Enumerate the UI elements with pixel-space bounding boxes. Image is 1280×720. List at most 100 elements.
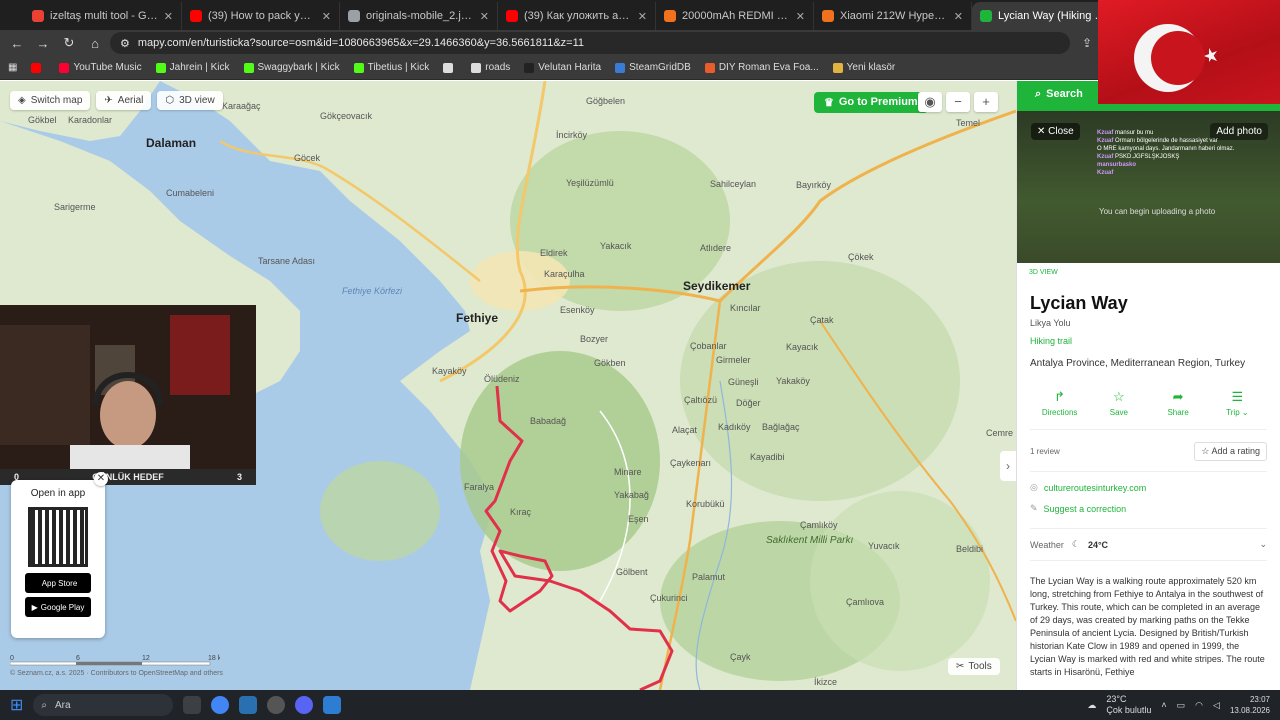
apps-grid-icon[interactable]: ▦ [8, 62, 17, 73]
close-open-app-icon[interactable]: ✕ [94, 472, 108, 486]
map-label-cayken[interactable]: Çaykenarı [670, 458, 711, 468]
action-directions-button[interactable]: ↱ Directions [1035, 389, 1085, 417]
map-label-doger[interactable]: Döğer [736, 398, 761, 408]
map-label-bozdag[interactable]: Babadağ [530, 416, 566, 426]
tab-close-icon[interactable]: ✕ [480, 10, 489, 23]
map-label-korubuk[interactable]: Korubükü [686, 499, 725, 509]
install-app-icon[interactable]: ⇪ [1082, 36, 1092, 50]
map-label-kayacik[interactable]: Kayacık [786, 342, 818, 352]
map-label-minare[interactable]: Minare [614, 467, 642, 477]
bookmark-item[interactable]: Swaggybark | Kick [243, 62, 340, 73]
map-label-saklikent[interactable]: Saklıkent Milli Parkı [766, 535, 853, 546]
browser-tab[interactable]: izeltaş multi tool - Google Alışv ✕ [24, 2, 182, 30]
store-icon[interactable] [323, 696, 342, 714]
map-label-girmeler[interactable]: Girmeler [716, 355, 751, 365]
chevron-down-icon[interactable]: ⌄ [1259, 539, 1267, 550]
taskbar-search[interactable]: ⌕ Ara [33, 694, 174, 716]
bookmark-item[interactable]: roads [471, 62, 510, 73]
map-label-alacat[interactable]: Alaçat [672, 425, 697, 435]
map-label-yakakoy[interactable]: Yakaköy [776, 376, 810, 386]
map-label-baglagac[interactable]: Bağlağaç [762, 422, 800, 432]
weather-row[interactable]: Weather ☾ 24°C ⌄ [1030, 528, 1267, 561]
map-label-tarsan[interactable]: Tarsane Adası [258, 256, 315, 266]
browser-tab[interactable]: (39) Как уложить алкаша без ✕ [498, 2, 656, 30]
map-label-beldibi[interactable]: Beldibi [956, 544, 983, 554]
map-label-esen[interactable]: Eşen [628, 514, 649, 524]
3d-view-button[interactable]: ⬡ 3D view [157, 91, 223, 110]
bookmark-item[interactable]: Yeni klasör [832, 62, 895, 73]
map-label-caltiozu[interactable]: Çaltıözü [684, 395, 717, 405]
map-label-temel[interactable]: Temel [956, 118, 980, 128]
map-label-sarigerme[interactable]: Sarigerme [54, 202, 96, 212]
map-label-golbent[interactable]: Gölbent [616, 567, 648, 577]
home-icon[interactable]: ⌂ [84, 32, 106, 54]
map-label-fethiyekorfezi[interactable]: Fethiye Körfezi [342, 286, 402, 296]
wifi-icon[interactable]: ◠ [1195, 700, 1203, 711]
chevron-up-icon[interactable]: ˄ [1161, 700, 1166, 710]
route-line[interactable] [484, 385, 674, 690]
volume-icon[interactable]: ◁ [1213, 700, 1220, 711]
map-label-cumabeleni[interactable]: Cumabeleni [166, 188, 214, 198]
place-photo[interactable]: ✕ Close Add photo Kzuaf mansur bu mu Kzua… [1017, 111, 1280, 263]
bookmark-item[interactable]: YouTube Music [59, 62, 142, 73]
map-label-kayadibi[interactable]: Kayadibi [750, 452, 785, 462]
app-icon[interactable] [239, 696, 258, 714]
tab-close-icon[interactable]: ✕ [322, 10, 331, 23]
zoom-in-button[interactable]: + [974, 92, 998, 112]
map-label-kadikoy[interactable]: Kadıköy [718, 422, 751, 432]
discord-icon[interactable] [295, 696, 314, 714]
action-share-button[interactable]: ➦ Share [1153, 389, 1203, 417]
map-label-karadonlar[interactable]: Karadonlar [68, 115, 112, 125]
site-info-icon[interactable]: ⚙ [120, 37, 130, 50]
chrome-icon[interactable] [211, 696, 230, 714]
search-button[interactable]: ⌕ Search [1035, 88, 1083, 101]
aerial-button[interactable]: ✈ Aerial [96, 91, 152, 110]
action-trip-button[interactable]: ☰ Trip ⌄ [1212, 389, 1262, 417]
website-link[interactable]: ◎ cultureroutesinturkey.com [1030, 482, 1267, 493]
map-label-catak[interactable]: Çatak [810, 315, 834, 325]
windows-start-icon[interactable]: ⊞ [10, 695, 23, 715]
map-label-seydikemer[interactable]: Seydikemer [683, 279, 750, 293]
map-label-dalaman[interactable]: Dalaman [146, 136, 196, 150]
forward-icon[interactable]: → [32, 32, 54, 54]
browser-tab[interactable]: 20000mAh REDMI 18W Fast Ch ✕ [656, 2, 814, 30]
task-view-icon[interactable] [183, 696, 202, 714]
map-label-camlova[interactable]: Çamlıova [846, 597, 884, 607]
bookmark-item[interactable]: DIY Roman Eva Foa... [704, 62, 819, 73]
map-label-gokben[interactable]: Gökben [594, 358, 626, 368]
map-label-cemre[interactable]: Cemre [986, 428, 1013, 438]
place-type[interactable]: Hiking trail [1030, 336, 1267, 346]
map-label-yakabag[interactable]: Yakabağ [614, 490, 649, 500]
switch-map-button[interactable]: ◈ Switch map [10, 91, 91, 110]
map-label-gogbelen[interactable]: Göğbelen [586, 96, 625, 106]
review-count[interactable]: 1 review [1030, 447, 1060, 456]
map-label-yuvacik[interactable]: Yuvacık [868, 541, 900, 551]
obs-icon[interactable] [267, 696, 286, 714]
map-label-yesiluzumlu[interactable]: Yeşilüzümlü [566, 178, 614, 188]
map-label-kirac[interactable]: Kıraç [510, 507, 531, 517]
map-label-gunesli[interactable]: Güneşli [728, 377, 759, 387]
bookmark-item[interactable] [31, 62, 45, 73]
action-save-button[interactable]: ☆ Save [1094, 389, 1144, 417]
back-icon[interactable]: ← [6, 32, 28, 54]
bookmark-item[interactable]: Tibetius | Kick [353, 62, 429, 73]
map-label-atlidere[interactable]: Atlıdere [700, 243, 731, 253]
map-canvas[interactable]: Dalaman Fethiye Seydikemer Göcek Gökbel Karad… [0, 81, 1016, 690]
taskbar-weather[interactable]: 23°C Çok bulutlu [1106, 694, 1151, 716]
network-icon[interactable]: ▭ [1177, 700, 1186, 711]
suggest-correction-link[interactable]: ✎ Suggest a correction [1030, 503, 1267, 514]
map-label-karaculha[interactable]: Karaçulha [544, 269, 585, 279]
3d-view-link[interactable]: 3D VIEW [1029, 269, 1058, 276]
tab-close-icon[interactable]: ✕ [796, 10, 805, 23]
map-label-kayakoy[interactable]: Kayaköy [432, 366, 467, 376]
bookmark-item[interactable]: SteamGridDB [615, 62, 691, 73]
go-to-premium-button[interactable]: ♛ Go to Premium [814, 92, 928, 113]
tab-close-icon[interactable]: ✕ [954, 10, 963, 23]
bookmark-item[interactable]: Jahrein | Kick [155, 62, 230, 73]
map-label-camlikoy[interactable]: Çamlıköy [800, 520, 838, 530]
tools-button[interactable]: ✂ Tools [948, 658, 1000, 675]
bookmark-item[interactable] [443, 62, 457, 73]
map-label-cokek[interactable]: Çökek [848, 252, 874, 262]
map-label-sahilceylan[interactable]: Sahilceylan [710, 179, 756, 189]
map-label-karaagac[interactable]: Karaağaç [222, 101, 261, 111]
